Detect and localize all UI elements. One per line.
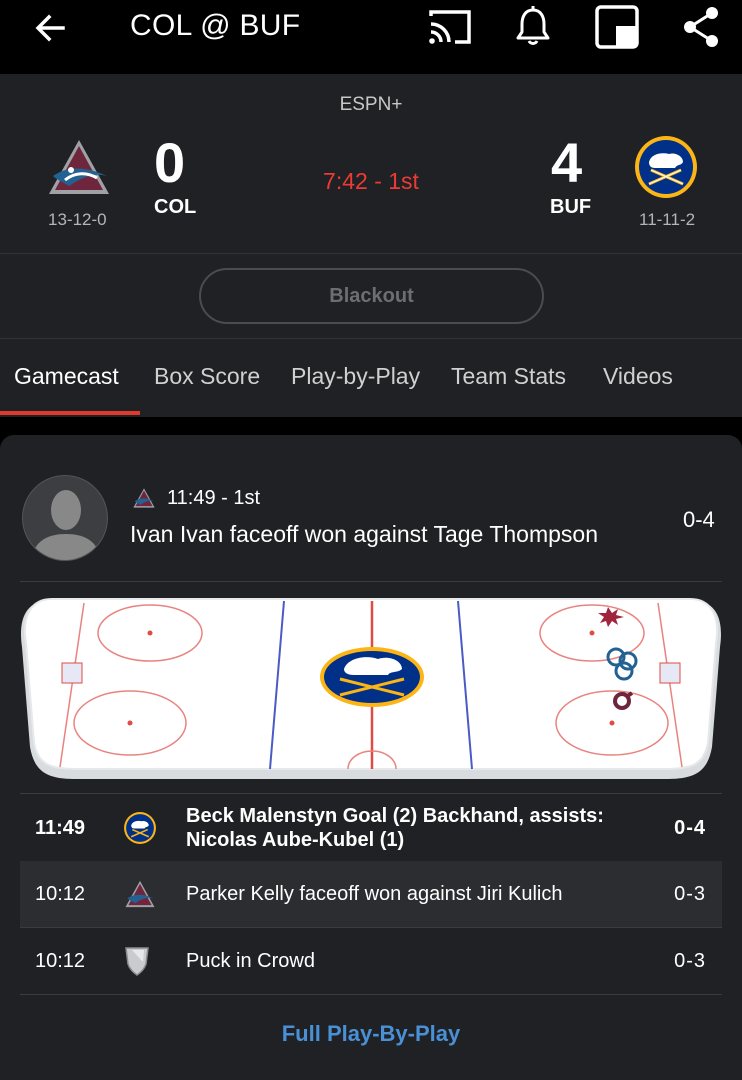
play-time: 10:12 xyxy=(35,950,86,972)
page-title: COL @ BUF xyxy=(130,9,301,42)
tab-play-by-play[interactable]: Play-by-Play xyxy=(291,363,420,390)
featured-play-score: 0-4 xyxy=(683,507,715,532)
avalanche-logo-icon xyxy=(133,488,155,508)
full-play-by-play-link[interactable]: Full Play-By-Play xyxy=(0,1021,742,1047)
play-score: 0-4 xyxy=(674,817,706,839)
broadcast-network: ESPN+ xyxy=(339,94,403,115)
home-abbr: BUF xyxy=(550,196,592,218)
play-score: 0-3 xyxy=(674,883,706,905)
divider xyxy=(20,994,722,995)
play-row[interactable]: 11:49 Beck Malenstyn Goal (2) Backhand, … xyxy=(20,795,722,861)
play-time: 10:12 xyxy=(35,883,86,905)
picture-in-picture-icon[interactable] xyxy=(594,4,640,50)
featured-play-text: Ivan Ivan faceoff won against Tage Thomp… xyxy=(130,521,598,547)
gamecast-card: 11:49 - 1st Ivan Ivan faceoff won agains… xyxy=(0,435,742,1080)
active-tab-indicator xyxy=(0,411,140,415)
top-app-bar: COL @ BUF xyxy=(0,0,742,74)
away-record: 13-12-0 xyxy=(48,210,107,229)
game-tabs: Gamecast Box Score Play-by-Play Team Sta… xyxy=(0,339,742,417)
home-record: 11-11-2 xyxy=(639,210,696,229)
play-row[interactable]: 10:12 Parker Kelly faceoff won against J… xyxy=(20,861,722,927)
sabres-logo-icon xyxy=(635,136,697,198)
away-abbr: COL xyxy=(154,196,197,218)
play-score: 0-3 xyxy=(674,950,706,972)
share-icon[interactable] xyxy=(678,4,724,50)
sabres-logo-icon xyxy=(124,812,156,844)
divider xyxy=(20,793,722,794)
divider xyxy=(20,581,722,582)
tab-gamecast[interactable]: Gamecast xyxy=(14,363,119,390)
play-row[interactable]: 10:12 Puck in Crowd 0-3 xyxy=(20,928,722,994)
hockey-rink-diagram[interactable] xyxy=(18,597,724,782)
player-silhouette-icon xyxy=(31,490,101,560)
nhl-shield-icon xyxy=(125,947,149,976)
featured-play-time: 11:49 - 1st xyxy=(167,487,261,509)
tab-videos[interactable]: Videos xyxy=(603,363,673,390)
back-arrow-icon[interactable] xyxy=(30,8,70,48)
game-clock: 7:42 - 1st xyxy=(323,168,419,194)
tab-box-score[interactable]: Box Score xyxy=(154,363,260,390)
play-description: Puck in Crowd xyxy=(186,950,315,972)
play-description: Beck Malenstyn Goal (2) Backhand, assist… xyxy=(186,805,604,851)
avalanche-logo-icon xyxy=(125,880,155,908)
cast-icon[interactable] xyxy=(427,4,473,50)
home-score: 4 xyxy=(551,131,583,194)
blackout-band: Blackout xyxy=(0,254,742,339)
play-description: Parker Kelly faceoff won against Jiri Ku… xyxy=(186,883,563,905)
play-time: 11:49 xyxy=(35,817,86,839)
player-avatar xyxy=(22,475,108,561)
game-score-header: ESPN+ 0 COL 13-12-0 7:42 - 1st 4 BUF 11-… xyxy=(0,74,742,254)
tab-team-stats[interactable]: Team Stats xyxy=(451,363,566,390)
bell-icon[interactable] xyxy=(510,4,556,50)
blackout-button[interactable]: Blackout xyxy=(199,268,544,324)
